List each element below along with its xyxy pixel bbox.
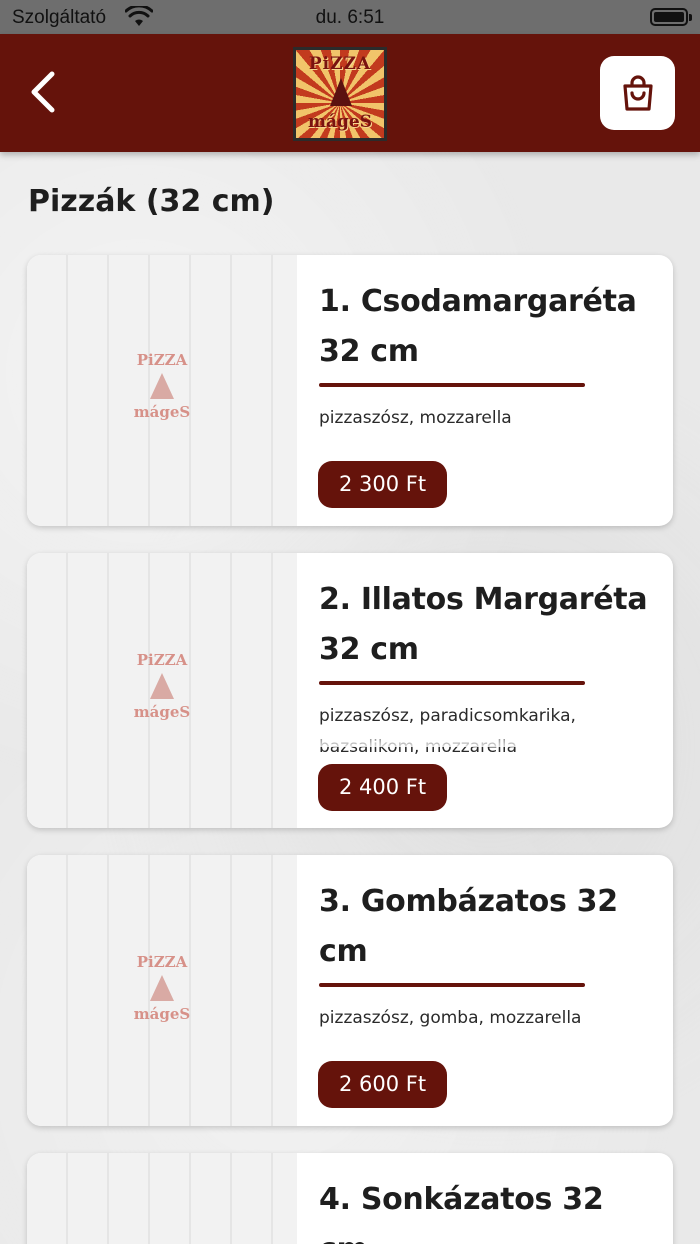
product-info: 3. Gombázatos 32 cm pizzaszósz, gomba, m… xyxy=(319,877,659,1034)
product-info: 1. Csodamargaréta 32 cm pizzaszósz, mozz… xyxy=(319,277,659,434)
product-image: PiZZA mágeS xyxy=(27,855,297,1126)
price-button[interactable]: 2 400 Ft xyxy=(318,764,448,811)
divider xyxy=(319,983,585,987)
divider xyxy=(319,383,585,387)
page-title: Pizzák (32 cm) xyxy=(28,184,275,219)
divider xyxy=(319,681,585,685)
wizard-graphic xyxy=(330,78,352,106)
product-description: pizzaszósz, mozzarella xyxy=(319,408,512,428)
app-header: PiZZA mágeS xyxy=(0,34,700,152)
product-description: pizzaszósz, gomba, mozzarella xyxy=(319,1008,582,1028)
brand-logo[interactable]: PiZZA mágeS xyxy=(293,47,387,141)
product-title: 3. Gombázatos 32 cm xyxy=(319,884,618,969)
logo-text-top: PiZZA xyxy=(308,54,372,74)
product-title: 4. Sonkázatos 32 cm xyxy=(319,1182,604,1244)
back-button[interactable] xyxy=(18,64,68,120)
placeholder-logo: PiZZA mágeS xyxy=(133,953,191,1023)
product-image xyxy=(27,1153,297,1244)
placeholder-logo: PiZZA mágeS xyxy=(133,351,191,421)
product-title: 2. Illatos Margaréta 32 cm xyxy=(319,582,648,667)
product-card[interactable]: PiZZA mágeS 1. Csodamargaréta 32 cm pizz… xyxy=(27,255,673,526)
product-image: PiZZA mágeS xyxy=(27,255,297,526)
price-button[interactable]: 2 300 Ft xyxy=(318,461,448,508)
product-info: 4. Sonkázatos 32 cm xyxy=(319,1175,659,1244)
logo-text-bottom: mágeS xyxy=(308,112,372,132)
status-bar: Szolgáltató du. 6:51 xyxy=(0,0,700,34)
product-card[interactable]: 4. Sonkázatos 32 cm xyxy=(27,1153,673,1244)
chevron-left-icon xyxy=(31,71,55,113)
product-card[interactable]: PiZZA mágeS 3. Gombázatos 32 cm pizzaszó… xyxy=(27,855,673,1126)
cart-button[interactable] xyxy=(600,56,675,130)
product-card[interactable]: PiZZA mágeS 2. Illatos Margaréta 32 cm p… xyxy=(27,553,673,828)
battery-icon xyxy=(650,8,692,26)
shopping-bag-icon xyxy=(622,75,653,111)
price-button[interactable]: 2 600 Ft xyxy=(318,1061,448,1108)
placeholder-logo: PiZZA mágeS xyxy=(133,651,191,721)
clock: du. 6:51 xyxy=(315,7,385,28)
product-title: 1. Csodamargaréta 32 cm xyxy=(319,284,637,369)
product-image: PiZZA mágeS xyxy=(27,553,297,828)
